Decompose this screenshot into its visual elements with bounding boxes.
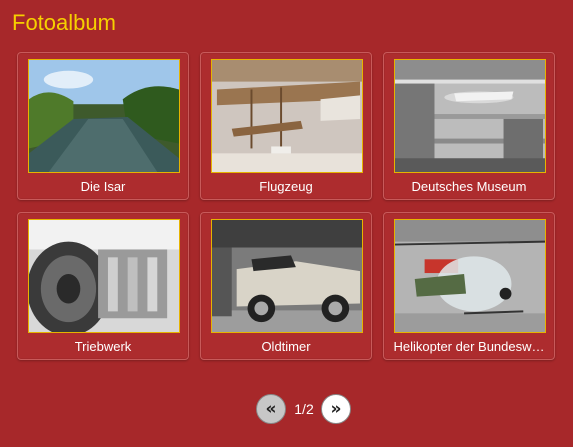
photo-caption: Helikopter der Bundesw…: [393, 339, 545, 354]
engine-photo[interactable]: [28, 219, 180, 333]
photo-card-triebwerk[interactable]: Triebwerk: [17, 212, 189, 360]
helicopter-photo[interactable]: [394, 219, 546, 333]
vintage-car-photo[interactable]: [211, 219, 363, 333]
album-title: Fotoalbum: [12, 10, 116, 35]
museum-hall-photo[interactable]: [394, 59, 546, 173]
photo-card-isar[interactable]: Die Isar: [17, 52, 189, 200]
photo-card-flugzeug[interactable]: Flugzeug: [200, 52, 372, 200]
photo-caption: Deutsches Museum: [411, 179, 527, 194]
photo-card-oldtimer[interactable]: Oldtimer: [200, 212, 372, 360]
river-photo[interactable]: [28, 59, 180, 173]
previous-page-button[interactable]: «: [256, 394, 286, 424]
pagination: « 1/2 »: [256, 394, 356, 428]
photo-grid: Die Isar Flugzeug Deutsches Museum Trieb…: [17, 52, 557, 362]
photo-card-museum[interactable]: Deutsches Museum: [383, 52, 555, 200]
photo-caption: Die Isar: [80, 179, 126, 194]
photo-caption: Flugzeug: [259, 179, 313, 194]
airplane-photo[interactable]: [211, 59, 363, 173]
photo-caption: Triebwerk: [74, 339, 132, 354]
next-page-button[interactable]: »: [321, 394, 351, 424]
page-indicator: 1/2: [294, 401, 314, 417]
photo-card-helikopter[interactable]: Helikopter der Bundesw…: [383, 212, 555, 360]
photo-caption: Oldtimer: [261, 339, 311, 354]
